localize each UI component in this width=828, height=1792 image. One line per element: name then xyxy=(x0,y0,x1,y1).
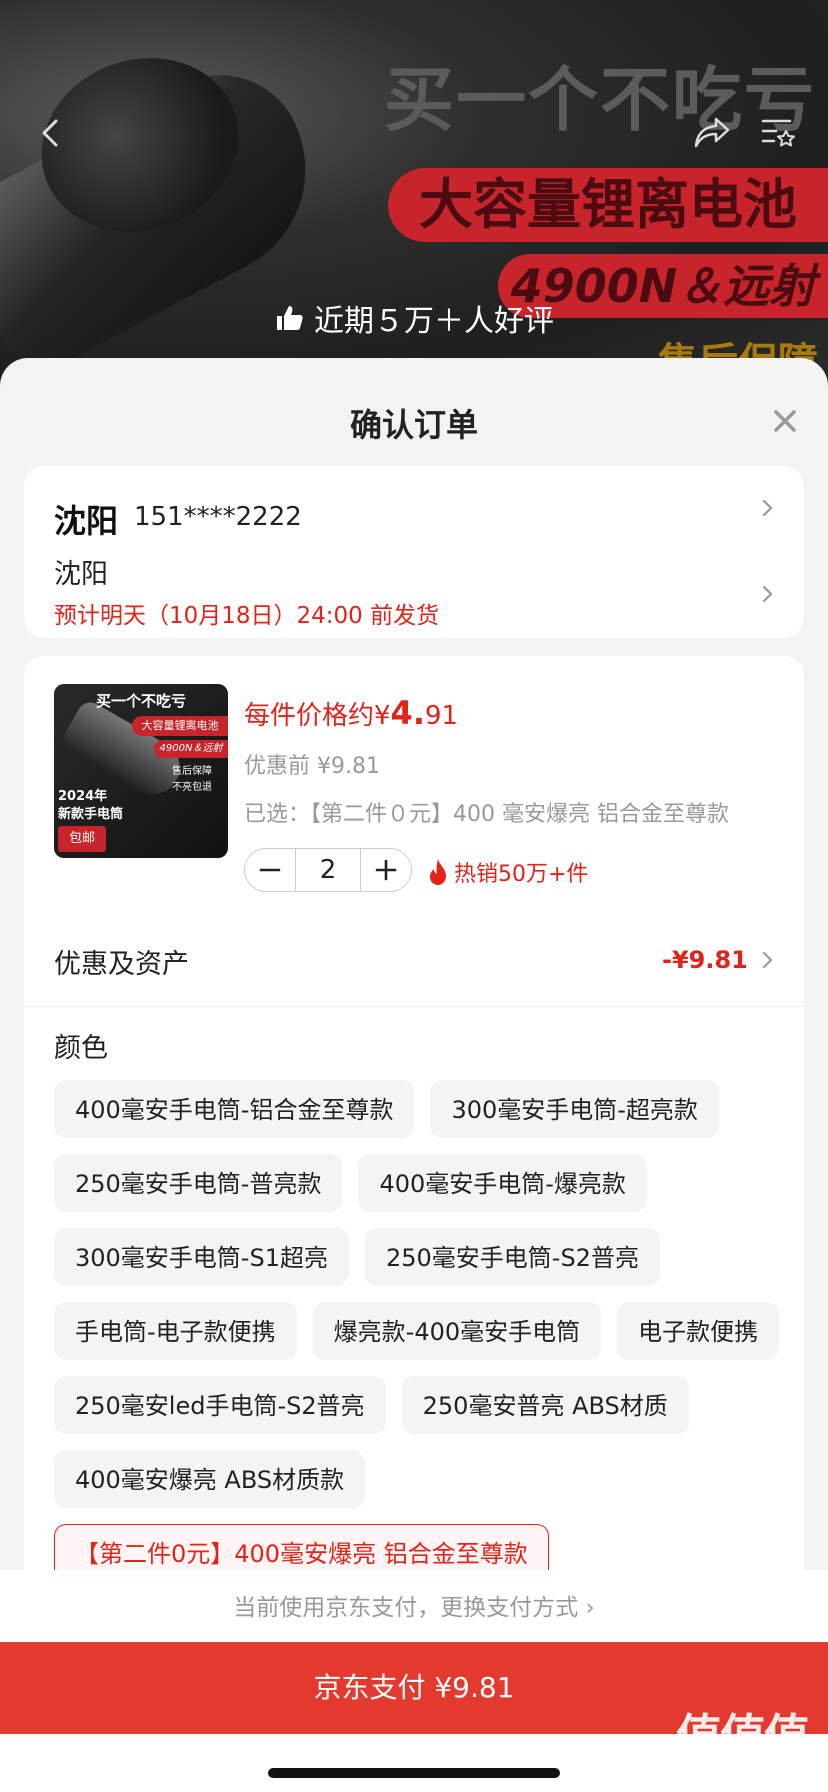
banner-tag-battery: 大容量锂离电池 xyxy=(388,168,828,242)
color-label: 颜色 xyxy=(54,1033,108,1064)
color-option[interactable]: 电子款便携 xyxy=(617,1302,780,1360)
thumbnail-year-line: 2024年 xyxy=(58,789,108,804)
color-options: 400毫安手电筒-铝合金至尊款 300毫安手电筒-超亮款 250毫安手电筒-普亮… xyxy=(54,1080,784,1582)
close-icon[interactable] xyxy=(770,406,800,436)
review-count-text: 近期５万＋人好评 xyxy=(314,304,554,339)
thumbnail-tag: 大容量锂离电池 xyxy=(132,716,228,736)
favorite-list-icon[interactable] xyxy=(760,115,798,151)
unit-price-dec: 91 xyxy=(424,701,459,731)
color-option[interactable]: 400毫安手电筒-爆亮款 xyxy=(358,1154,647,1212)
product-banner: 买一个不吃亏 大容量锂离电池 4900N＆远射 售后保障 近期５万＋人好评 xyxy=(0,0,828,380)
recipient-phone: 151****2222 xyxy=(134,502,302,532)
thumbnail-year-line: 新款手电筒 xyxy=(58,807,124,822)
increase-button[interactable] xyxy=(361,849,411,891)
hot-sales-text: 热销50万+件 xyxy=(454,862,589,887)
thumbnail-side-line: 不亮包退 xyxy=(172,782,212,793)
change-payment-link[interactable]: 当前使用京东支付，更换支付方式 › xyxy=(0,1588,828,1622)
quantity-value[interactable]: 2 xyxy=(295,849,361,891)
original-price: 优惠前 ¥9.81 xyxy=(244,754,380,779)
chevron-right-icon[interactable] xyxy=(760,498,776,518)
recipient-name: 沈阳 xyxy=(54,502,119,540)
quantity-stepper: 2 xyxy=(244,848,412,892)
color-option[interactable]: 250毫安led手电筒-S2普亮 xyxy=(54,1376,386,1434)
color-option[interactable]: 300毫安手电筒-超亮款 xyxy=(430,1080,719,1138)
color-option[interactable]: 300毫安手电筒-S1超亮 xyxy=(54,1228,349,1286)
color-option[interactable]: 爆亮款-400毫安手电筒 xyxy=(312,1302,602,1360)
chevron-right-icon[interactable] xyxy=(760,950,776,970)
product-thumbnail[interactable]: 买一个不吃亏 大容量锂离电池 4900N＆远射 售后保障 不亮包退 2024年 … xyxy=(54,684,228,858)
color-option[interactable]: 250毫安手电筒-普亮款 xyxy=(54,1154,343,1212)
thumbnail-side-line: 售后保障 xyxy=(172,766,212,777)
back-icon[interactable] xyxy=(36,118,66,148)
free-shipping-badge: 包邮 xyxy=(58,826,106,852)
thumbnail-tag: 4900N＆远射 xyxy=(154,740,228,758)
review-count-badge: 近期５万＋人好评 xyxy=(274,296,554,340)
fire-icon xyxy=(430,859,446,885)
thumbnail-title: 买一个不吃亏 xyxy=(95,692,186,710)
plus-icon xyxy=(375,859,397,881)
divider xyxy=(24,1006,804,1007)
discount-value[interactable]: -¥9.81 xyxy=(662,946,748,974)
selected-sku: 已选：【第二件０元】400 毫安爆亮 铝合金至尊款 xyxy=(244,802,729,827)
thumbnail-year-text: 2024年 新款手电筒 xyxy=(58,788,123,824)
thumbs-up-icon xyxy=(274,303,304,333)
checkout-bar: 当前使用京东支付，更换支付方式 › 京东支付 ¥9.81 值值值 zhizhiz… xyxy=(0,1570,828,1792)
discount-label[interactable]: 优惠及资产 xyxy=(54,942,189,981)
thumbnail-side-text: 售后保障 不亮包退 xyxy=(172,764,212,796)
banner-headline: 买一个不吃亏 xyxy=(384,59,816,141)
hot-sales-badge: 热销50万+件 xyxy=(426,856,588,888)
watermark-url: zhizhizhi.com xyxy=(682,1756,791,1775)
color-option[interactable]: 250毫安手电筒-S2普亮 xyxy=(364,1228,660,1286)
unit-price-prefix: 每件价格约¥ xyxy=(244,701,391,731)
chevron-right-icon[interactable] xyxy=(760,584,776,604)
address-city: 沈阳 xyxy=(54,559,108,590)
delivery-estimate: 预计明天（10月18日）24:00 前发货 xyxy=(54,603,440,629)
unit-price: 每件价格约¥4.91 xyxy=(244,694,458,732)
sheet-title: 确认订单 xyxy=(349,406,478,444)
color-option[interactable]: 400毫安爆亮 ABS材质款 xyxy=(54,1450,366,1508)
color-option[interactable]: 400毫安手电筒-铝合金至尊款 xyxy=(54,1080,415,1138)
home-indicator[interactable] xyxy=(268,1768,560,1778)
address-card[interactable]: 沈阳 151****2222 沈阳 预计明天（10月18日）24:00 前发货 xyxy=(24,466,804,638)
share-icon[interactable] xyxy=(692,115,732,151)
color-option[interactable]: 250毫安普亮 ABS材质 xyxy=(401,1376,689,1434)
unit-price-int: 4. xyxy=(390,694,425,732)
decrease-button[interactable] xyxy=(245,849,295,891)
free-shipping-label: 包邮 xyxy=(68,831,95,846)
minus-icon xyxy=(259,868,281,872)
color-option[interactable]: 手电筒-电子款便携 xyxy=(54,1302,297,1360)
